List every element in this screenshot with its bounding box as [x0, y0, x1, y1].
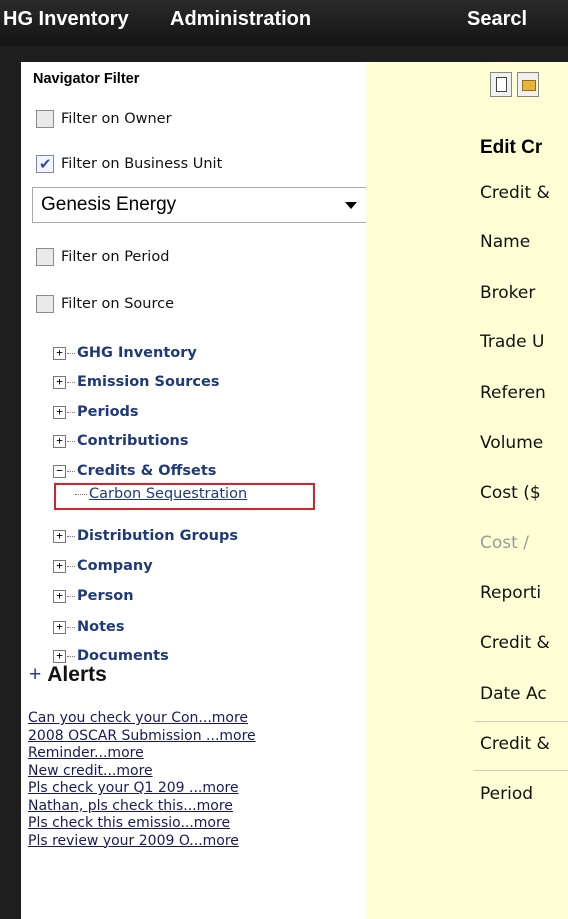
tree-item-emission-sources[interactable]: + Emission Sources	[53, 372, 220, 392]
tree-label[interactable]: Credits & Offsets	[77, 463, 216, 479]
expand-icon[interactable]: +	[53, 375, 66, 389]
tree-item-ghg-inventory[interactable]: + GHG Inventory	[53, 343, 197, 363]
tree-label[interactable]: Distribution Groups	[77, 528, 238, 544]
tree-label[interactable]: Company	[77, 558, 153, 574]
top-nav-bar: HG Inventory Administration Searcl	[0, 0, 568, 46]
filter-period-label: Filter on Period	[61, 249, 170, 265]
field-label-credit-3: Credit &	[480, 734, 550, 754]
business-unit-value: Genesis Energy	[41, 194, 177, 215]
field-label-cost-per-unit: Cost /	[480, 533, 529, 553]
collapse-icon[interactable]: −	[53, 464, 66, 478]
navigator-panel: Navigator Filter Filter on Owner Filter …	[21, 62, 370, 919]
field-label-date-acquired: Date Ac	[480, 684, 547, 704]
tree-label[interactable]: Person	[77, 588, 134, 604]
tree-label[interactable]: GHG Inventory	[77, 345, 197, 361]
alert-list: Can you check your Con...more 2008 OSCAR…	[28, 710, 256, 850]
alert-item[interactable]: Pls check this emissio...more	[28, 815, 256, 833]
expand-icon[interactable]: +	[53, 559, 66, 573]
filter-owner-label: Filter on Owner	[61, 111, 172, 127]
tree-item-credits-offsets[interactable]: − Credits & Offsets	[53, 461, 216, 481]
expand-icon[interactable]: +	[53, 405, 66, 419]
new-document-button[interactable]	[490, 72, 512, 97]
field-label-period: Period	[480, 784, 534, 804]
edit-panel: Edit Cr Credit & Name Broker Trade U Ref…	[366, 62, 568, 919]
alert-item[interactable]: Nathan, pls check this...more	[28, 798, 256, 816]
tree-label[interactable]: Emission Sources	[77, 374, 220, 390]
field-label-name: Name	[480, 232, 531, 252]
field-label-volume: Volume	[480, 433, 544, 453]
tree-item-distribution-groups[interactable]: + Distribution Groups	[53, 526, 238, 546]
tree-label[interactable]: Notes	[77, 619, 125, 635]
field-label-cost: Cost ($	[480, 483, 541, 503]
tree-item-periods[interactable]: + Periods	[53, 402, 139, 422]
field-label-credit-2: Credit &	[480, 633, 550, 653]
field-label-broker: Broker	[480, 283, 536, 303]
selection-highlight	[54, 483, 315, 510]
filter-business-unit-checkbox[interactable]	[36, 154, 54, 174]
chevron-down-icon	[345, 201, 357, 209]
open-folder-button[interactable]	[517, 72, 539, 97]
filter-owner-row[interactable]: Filter on Owner	[36, 108, 172, 130]
expand-icon[interactable]: +	[53, 589, 66, 603]
nav-ghg-inventory[interactable]: HG Inventory	[3, 8, 129, 31]
navigator-filter-title: Navigator Filter	[33, 71, 140, 87]
row-divider	[474, 721, 568, 722]
new-document-icon	[496, 77, 507, 92]
expand-icon[interactable]: +	[53, 434, 66, 448]
expand-icon[interactable]: +	[53, 346, 66, 360]
filter-business-unit-row[interactable]: Filter on Business Unit	[36, 153, 222, 175]
expand-icon[interactable]: +	[53, 529, 66, 543]
alert-item[interactable]: Can you check your Con...more	[28, 710, 256, 728]
tree-label[interactable]: Periods	[77, 404, 139, 420]
alert-item[interactable]: Reminder...more	[28, 745, 256, 763]
tree-item-contributions[interactable]: + Contributions	[53, 431, 189, 451]
nav-administration[interactable]: Administration	[170, 8, 311, 31]
plus-icon[interactable]: +	[29, 663, 41, 686]
folder-icon	[522, 80, 536, 91]
filter-period-row[interactable]: Filter on Period	[36, 246, 169, 268]
filter-business-unit-label: Filter on Business Unit	[61, 156, 223, 172]
alert-item[interactable]: 2008 OSCAR Submission ...more	[28, 728, 256, 746]
field-label-reporting: Reporti	[480, 583, 542, 603]
business-unit-select[interactable]: Genesis Energy	[32, 187, 370, 223]
tree-item-notes[interactable]: + Notes	[53, 617, 125, 637]
nav-search[interactable]: Searcl	[467, 8, 527, 31]
row-divider	[474, 770, 568, 771]
alert-item[interactable]: Pls check your Q1 209 ...more	[28, 780, 256, 798]
filter-source-checkbox[interactable]	[36, 295, 54, 313]
tree-item-company[interactable]: + Company	[53, 556, 153, 576]
field-label-reference: Referen	[480, 383, 546, 403]
expand-icon[interactable]: +	[53, 620, 66, 634]
expand-icon[interactable]: +	[53, 649, 66, 663]
filter-source-row[interactable]: Filter on Source	[36, 293, 174, 315]
tree-item-person[interactable]: + Person	[53, 586, 134, 606]
tree-label[interactable]: Documents	[77, 648, 169, 664]
alerts-title: Alerts	[47, 663, 107, 686]
field-label-credit-type: Credit &	[480, 183, 550, 203]
alert-item[interactable]: New credit...more	[28, 763, 256, 781]
filter-source-label: Filter on Source	[61, 296, 174, 312]
alerts-heading[interactable]: + Alerts	[29, 663, 107, 687]
filter-owner-checkbox[interactable]	[36, 110, 54, 128]
filter-period-checkbox[interactable]	[36, 248, 54, 266]
edit-form-title: Edit Cr	[480, 137, 543, 158]
alert-item[interactable]: Pls review your 2009 O...more	[28, 833, 256, 851]
tree-label[interactable]: Contributions	[77, 433, 189, 449]
field-label-trade-unit: Trade U	[480, 332, 545, 352]
